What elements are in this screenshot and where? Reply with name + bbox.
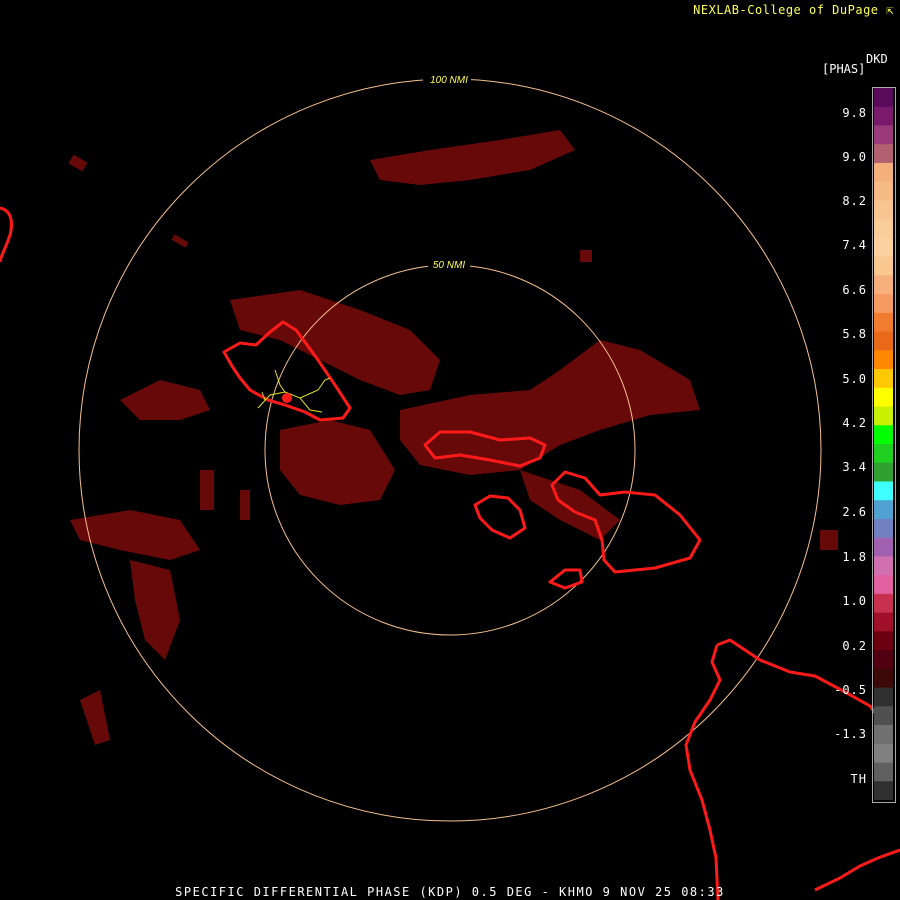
colorbar-swatch: [874, 275, 893, 295]
colorbar-tick-label: 3.4: [842, 460, 867, 474]
city-marker: [282, 393, 292, 403]
colorbar-tick-label: 9.8: [842, 106, 867, 120]
colorbar-tick-label: -1.3: [834, 727, 867, 741]
echo-region: [580, 250, 592, 262]
colorbar-swatch: [874, 237, 893, 258]
range-ring-50-label: 50 NMI: [433, 260, 465, 271]
colorbar-tick-label: -0.5: [834, 683, 867, 697]
colorbar-swatch: [874, 631, 893, 651]
colorbar-swatch: [874, 387, 893, 408]
colorbar-swatch: [874, 256, 893, 276]
colorbar-swatch: [874, 162, 893, 183]
colorbar-swatch: [874, 406, 893, 426]
colorbar-swatch: [874, 650, 893, 670]
colorbar-tick-label: 7.4: [842, 238, 867, 252]
colorbar-swatch: [874, 88, 893, 108]
unit-label: [PHAS]: [822, 62, 866, 76]
colorbar-swatch: [874, 181, 893, 201]
colorbar-swatch: [874, 593, 893, 614]
colorbar-swatch: [874, 575, 893, 595]
colorbar-swatch: [874, 706, 893, 726]
colorbar-swatch: [874, 312, 893, 333]
colorbar-swatch: [874, 294, 893, 314]
credit-text: NEXLAB-College of DuPage: [693, 3, 879, 17]
colorbar-tick-label: 4.2: [842, 416, 867, 430]
credit-label: NEXLAB-College of DuPage ⇱: [693, 3, 894, 17]
product-caption: SPECIFIC DIFFERENTIAL PHASE (KDP) 0.5 DE…: [175, 885, 725, 899]
colorbar-swatch: [874, 200, 893, 220]
colorbar-swatch: [874, 556, 893, 576]
colorbar-swatch: [874, 725, 893, 745]
colorbar-tick-label: 8.2: [842, 194, 867, 208]
colorbar-tick-label: TH: [850, 772, 867, 786]
colorbar-swatch: [874, 144, 893, 164]
colorbar-tick-label: 5.0: [842, 372, 867, 386]
colorbar-swatch: [874, 106, 893, 126]
colorbar-tick-label: 0.2: [842, 639, 867, 653]
colorbar-swatch: [874, 500, 893, 520]
colorbar-swatch: [874, 425, 893, 445]
colorbar-swatch: [874, 369, 893, 389]
colorbar-swatch: [874, 331, 893, 351]
colorbar-tick-label: 9.0: [842, 150, 867, 164]
colorbar-swatch: [874, 125, 893, 145]
range-ring-100-label: 100 NMI: [430, 75, 468, 86]
colorbar-swatch: [874, 518, 893, 539]
colorbar-tick-label: 6.6: [842, 283, 867, 297]
colorbar-swatch: [874, 781, 893, 800]
colorbar-swatch: [874, 462, 893, 482]
corner-arrow-icon: ⇱: [886, 3, 894, 17]
colorbar-tick-label: 1.8: [842, 550, 867, 564]
colorbar-swatch: [874, 444, 893, 464]
colorbar-swatch: [874, 743, 893, 764]
colorbar-swatch: [874, 537, 893, 557]
echo-region: [240, 490, 250, 520]
unit-code: DKD: [866, 52, 888, 66]
colorbar-swatch: [874, 219, 893, 239]
colorbar-tick-label: 2.6: [842, 505, 867, 519]
echo-region: [820, 530, 838, 550]
colorbar-swatch: [874, 687, 893, 707]
colorbar-swatch: [874, 612, 893, 632]
colorbar-tick-label: 5.8: [842, 327, 867, 341]
colorbar-swatch: [874, 668, 893, 689]
radar-map: 100 NMI 50 NMI: [0, 0, 900, 900]
echo-region: [200, 470, 214, 510]
colorbar-swatch: [874, 350, 893, 370]
colorbar: [874, 88, 893, 800]
colorbar-swatch: [874, 762, 893, 782]
colorbar-tick-label: 1.0: [842, 594, 867, 608]
colorbar-swatch: [874, 481, 893, 501]
